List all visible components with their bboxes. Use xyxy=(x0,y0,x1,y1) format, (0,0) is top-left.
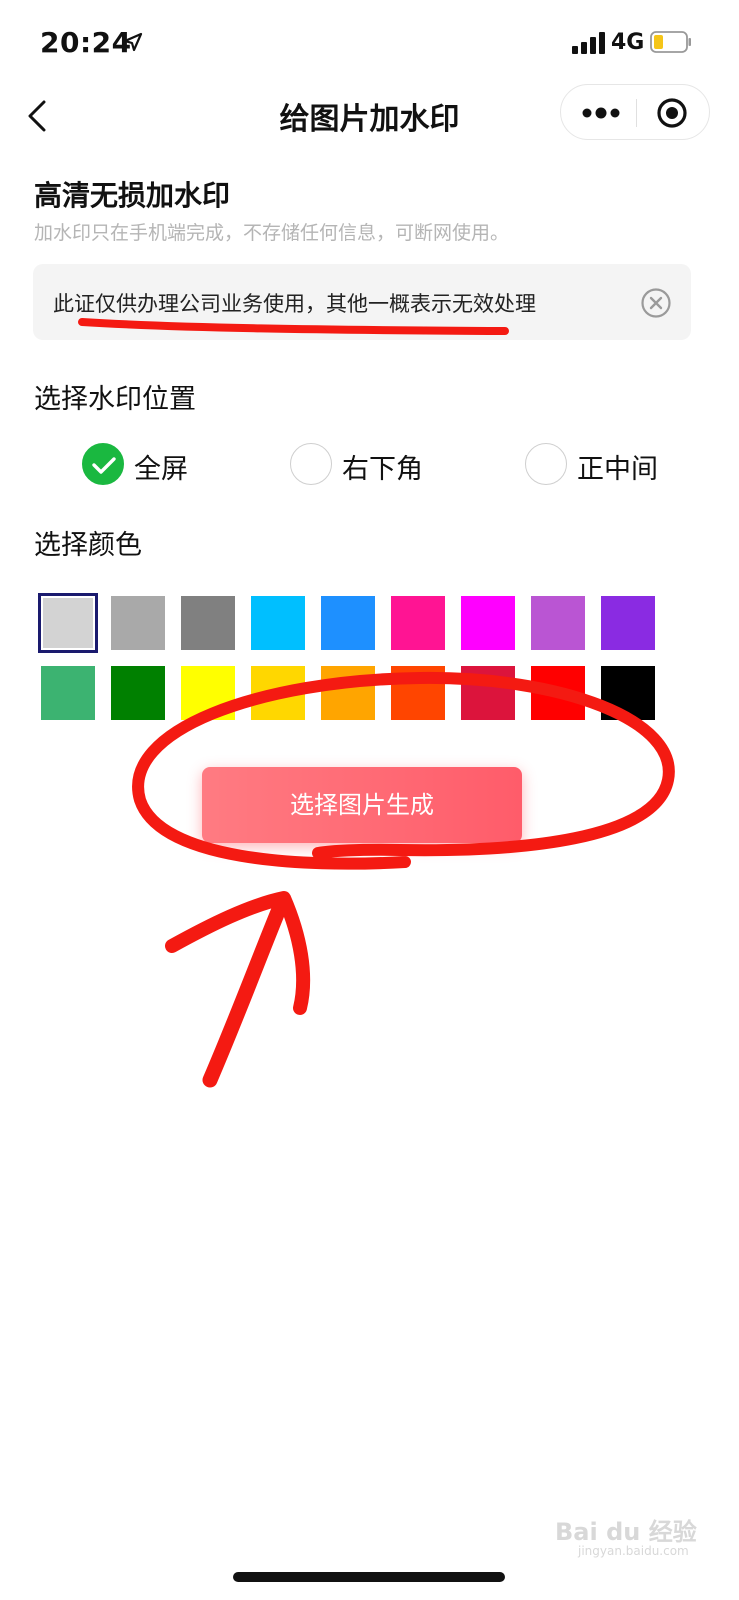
capsule-divider xyxy=(636,99,637,127)
section-heading: 高清无损加水印 xyxy=(34,179,231,212)
color-swatch[interactable] xyxy=(391,596,445,650)
close-miniprogram-icon[interactable] xyxy=(656,97,688,129)
color-swatch[interactable] xyxy=(111,596,165,650)
color-swatch[interactable] xyxy=(41,666,95,720)
color-swatch[interactable] xyxy=(321,596,375,650)
color-swatch[interactable] xyxy=(391,666,445,720)
section-description: 加水印只在手机端完成，不存储任何信息，可断网使用。 xyxy=(34,222,510,244)
watermark-text-value[interactable]: 此证仅供办理公司业务使用，其他一概表示无效处理 xyxy=(53,288,536,318)
more-dots-icon[interactable] xyxy=(579,101,623,125)
color-swatch[interactable] xyxy=(251,666,305,720)
color-swatch[interactable] xyxy=(251,596,305,650)
radio-unchecked-icon[interactable] xyxy=(290,443,332,485)
color-section-title: 选择颜色 xyxy=(34,530,142,561)
color-swatch[interactable] xyxy=(181,596,235,650)
color-swatch[interactable] xyxy=(38,593,98,653)
color-swatch[interactable] xyxy=(601,666,655,720)
arrow-head-annotation xyxy=(165,891,311,1015)
arrow-annotation xyxy=(202,894,290,1088)
position-option-label: 右下角 xyxy=(342,454,423,485)
position-option-label: 正中间 xyxy=(577,454,658,485)
baidu-watermark-url: jingyan.baidu.com xyxy=(578,1544,689,1558)
watermark-text-input[interactable]: 此证仅供办理公司业务使用，其他一概表示无效处理 xyxy=(33,264,691,340)
color-swatch[interactable] xyxy=(531,666,585,720)
radio-unchecked-icon[interactable] xyxy=(525,443,567,485)
network-type: 4G xyxy=(611,30,645,55)
color-swatch[interactable] xyxy=(601,596,655,650)
position-option-label: 全屏 xyxy=(134,454,188,485)
color-swatch[interactable] xyxy=(181,666,235,720)
status-time: 20:24 xyxy=(40,26,132,59)
home-indicator[interactable] xyxy=(233,1572,505,1582)
color-swatch[interactable] xyxy=(321,666,375,720)
radio-checked-icon[interactable] xyxy=(82,443,124,485)
baidu-watermark-logo: Bai du 经验 xyxy=(555,1518,697,1546)
battery-icon xyxy=(650,31,691,53)
color-swatch[interactable] xyxy=(461,666,515,720)
color-swatch[interactable] xyxy=(461,596,515,650)
color-swatch[interactable] xyxy=(531,596,585,650)
generate-button[interactable]: 选择图片生成 xyxy=(202,767,522,843)
status-bar: 20:24 4G xyxy=(0,0,739,80)
miniprogram-capsule xyxy=(560,84,710,140)
color-swatch[interactable] xyxy=(111,666,165,720)
location-arrow-icon xyxy=(123,32,143,52)
clear-input-icon[interactable] xyxy=(640,287,672,319)
position-section-title: 选择水印位置 xyxy=(34,384,196,415)
cellular-signal-icon xyxy=(572,32,605,54)
nav-bar: 给图片加水印 xyxy=(0,84,739,146)
